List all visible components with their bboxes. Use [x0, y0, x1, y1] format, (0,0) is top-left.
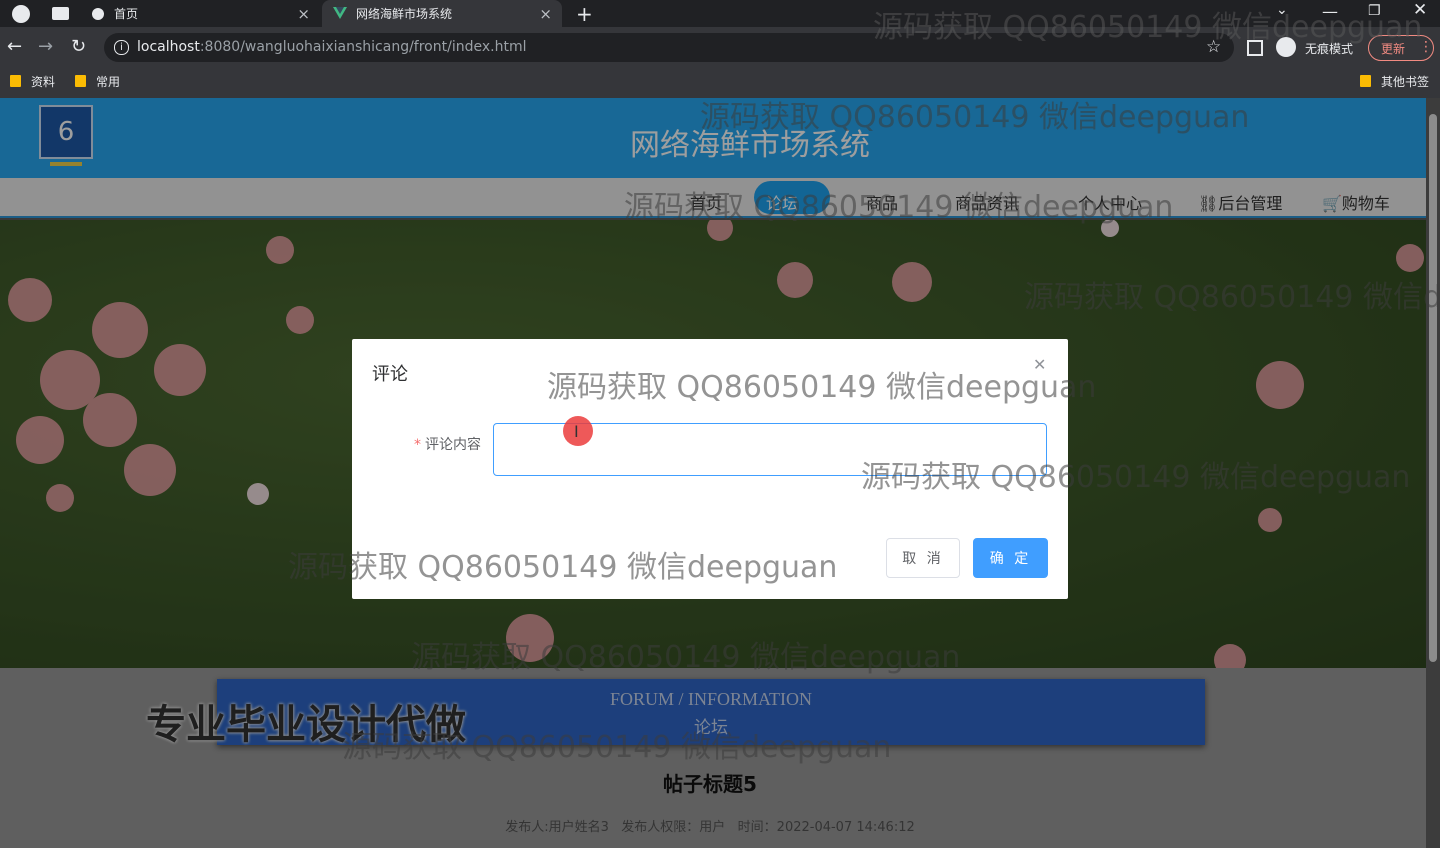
tab-market[interactable]: 网络海鲜市场系统 ×	[322, 0, 562, 27]
confirm-button[interactable]: 确 定	[973, 538, 1048, 578]
reload-icon[interactable]: ↻	[71, 36, 86, 57]
bookmark-label: 常用	[96, 74, 121, 89]
folder-icon	[1360, 75, 1371, 87]
comment-field-label-text: 评论内容	[425, 437, 481, 453]
watermark: 源码获取 QQ86050149 微信deepguan	[861, 460, 1411, 495]
watermark: 源码获取 QQ86050149 微信deepguan	[342, 730, 892, 765]
watermark: 源码获取 QQ86050149 微信deepguan	[624, 190, 1174, 225]
back-icon[interactable]: ←	[7, 36, 22, 57]
comment-field-label: * 评论内容	[414, 434, 481, 454]
browser-menu-icon[interactable]	[12, 5, 30, 23]
url-text[interactable]: localhost:8080/wangluohaixianshicang/fro…	[137, 39, 526, 55]
watermark: 源码获取 QQ86050149 微信deepguan	[873, 10, 1423, 45]
folder-icon	[75, 75, 86, 87]
tab-home-label: 首页	[114, 7, 139, 21]
url-path: :8080/wangluohaixianshicang/front/index.…	[199, 39, 527, 55]
text-cursor-icon: I	[574, 422, 579, 441]
watermark: 源码获取 QQ86050149 微信deepguan	[1024, 280, 1440, 315]
page-scrollbar-thumb[interactable]	[1429, 114, 1437, 662]
tab-search-icon[interactable]	[52, 7, 69, 20]
globe-icon	[90, 6, 106, 22]
watermark: 源码获取 QQ86050149 微信deepguan	[547, 370, 1097, 405]
folder-icon	[10, 75, 21, 87]
watermark: 源码获取 QQ86050149 微信deepguan	[700, 100, 1250, 135]
required-mark: *	[414, 437, 421, 453]
tab-home[interactable]: 首页 ×	[80, 0, 320, 27]
bookmark-folder[interactable]: 资料	[10, 72, 55, 90]
vue-icon	[332, 6, 348, 22]
other-bookmarks-label: 其他书签	[1381, 74, 1430, 89]
other-bookmarks[interactable]: 其他书签	[1360, 72, 1429, 90]
url-host: localhost	[137, 39, 200, 55]
tab-market-label: 网络海鲜市场系统	[356, 7, 453, 21]
close-icon[interactable]: ×	[539, 5, 552, 23]
watermark: 源码获取 QQ86050149 微信deepguan	[411, 640, 961, 675]
close-icon[interactable]: ×	[297, 5, 310, 23]
bookmark-label: 资料	[31, 74, 56, 89]
info-icon[interactable]: i	[114, 40, 129, 55]
dialog-title: 评论	[372, 364, 408, 385]
forward-icon[interactable]: →	[38, 36, 53, 57]
cancel-button[interactable]: 取 消	[886, 538, 960, 578]
bookmark-folder[interactable]: 常用	[75, 72, 120, 90]
watermark: 源码获取 QQ86050149 微信deepguan	[288, 550, 838, 585]
new-tab-button[interactable]: +	[576, 2, 593, 26]
